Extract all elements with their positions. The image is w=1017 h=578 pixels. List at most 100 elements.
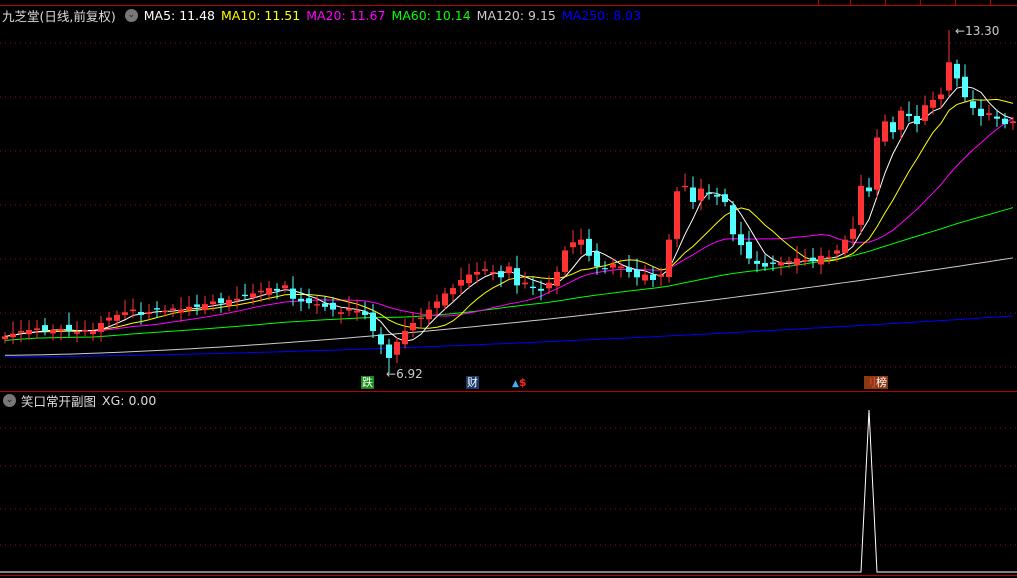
candle-body <box>778 262 784 266</box>
candle-body <box>330 302 336 310</box>
candle-body <box>490 271 496 274</box>
candle-body <box>226 299 232 306</box>
candle-body <box>18 331 24 333</box>
candle-body <box>378 334 384 345</box>
candle-body <box>410 322 416 331</box>
candle-body <box>202 304 208 311</box>
candle-body <box>834 250 840 254</box>
candle-body <box>434 301 440 308</box>
candle-body <box>930 99 936 108</box>
candle-body <box>58 328 64 331</box>
candle-body <box>346 308 352 311</box>
candle-body <box>802 260 808 262</box>
candle-body <box>90 331 96 335</box>
candle-body <box>794 258 800 266</box>
candle-body <box>74 332 80 334</box>
candle-body <box>1010 121 1016 124</box>
candle-body <box>258 290 264 293</box>
candle-body <box>906 113 912 117</box>
xg-line <box>0 409 1017 573</box>
candle-body <box>730 205 736 235</box>
candle-body <box>922 105 928 121</box>
candle-body <box>882 121 888 142</box>
candle-body <box>370 312 376 332</box>
candle-body <box>162 310 168 313</box>
candle-body <box>674 191 680 239</box>
candle-body <box>218 298 224 304</box>
finance-marker-icon[interactable]: 财 <box>466 376 479 389</box>
candle-body <box>1002 118 1008 125</box>
candle-body <box>706 192 712 194</box>
candle-body <box>890 122 896 133</box>
candle-body <box>474 271 480 275</box>
candle-body <box>754 260 760 264</box>
candle-body <box>146 312 152 315</box>
chevron-down-icon[interactable]: ⌄ <box>124 8 138 22</box>
candle-body <box>722 194 728 203</box>
candle-body <box>826 256 832 259</box>
candle-body <box>698 188 704 201</box>
candle-body <box>866 187 872 192</box>
candle-body <box>538 288 544 291</box>
candle-body <box>842 239 848 253</box>
candle-body <box>986 113 992 115</box>
candle-body <box>498 271 504 278</box>
candle-body <box>426 309 432 320</box>
ma20-line <box>4 117 1014 337</box>
indicator-value: XG: 0.00 <box>102 393 157 408</box>
candle-body <box>314 304 320 306</box>
ma5-label: MA5: 11.48 <box>143 7 215 23</box>
candle-body <box>818 255 824 265</box>
candle-body <box>66 324 72 332</box>
candle-body <box>322 303 328 307</box>
candle-body <box>610 263 616 268</box>
candle-body <box>618 266 624 268</box>
candle-body <box>994 116 1000 119</box>
candle-body <box>306 298 312 304</box>
candle-body <box>82 329 88 332</box>
candle-body <box>898 110 904 130</box>
candle-body <box>402 331 408 345</box>
candle-body <box>762 263 768 267</box>
candle-body <box>282 285 288 289</box>
ma60-label: MA60: 10.14 <box>391 7 471 23</box>
candle-body <box>130 309 136 312</box>
candle-body <box>98 322 104 332</box>
chart-header: 九芝堂(日线,前复权) ⌄ MA5: 11.48 MA10: 11.51 MA2… <box>2 6 647 24</box>
candle-body <box>194 304 200 307</box>
drop-marker-icon[interactable]: 跌 <box>361 376 374 389</box>
candle-body <box>506 266 512 274</box>
candle-body <box>274 288 280 291</box>
candle-body <box>786 261 792 263</box>
candle-body <box>714 194 720 197</box>
candle-body <box>42 325 48 332</box>
low-price-label: ←6.92 <box>386 367 423 381</box>
candle-body <box>914 116 920 125</box>
candle-body <box>738 234 744 246</box>
candle-body <box>466 274 472 284</box>
money-marker-icon[interactable]: ▲$ <box>511 376 528 389</box>
candle-body <box>50 329 56 334</box>
candle-body <box>978 108 984 117</box>
ma10-label: MA10: 11.51 <box>221 7 301 23</box>
candle-body <box>690 187 696 203</box>
candle-body <box>530 286 536 289</box>
candle-body <box>242 294 248 297</box>
indicator-title: 笑口常开副图 <box>21 394 97 409</box>
price-chart[interactable] <box>0 0 1017 391</box>
candle-body <box>570 242 576 248</box>
ma20-label: MA20: 11.67 <box>306 7 386 23</box>
candle-body <box>154 308 160 310</box>
candle-body <box>178 309 184 313</box>
candle-body <box>354 310 360 313</box>
candle-body <box>626 267 632 272</box>
candle-body <box>746 241 752 259</box>
candle-body <box>578 239 584 245</box>
candle-body <box>546 282 552 289</box>
bottom-divider <box>0 575 1017 576</box>
candle-body <box>458 279 464 286</box>
candle-body <box>658 274 664 277</box>
chevron-down-icon[interactable]: ⌄ <box>3 394 16 407</box>
rank-marker-icon[interactable]: 刂榜 <box>864 376 888 389</box>
candle-body <box>114 314 120 321</box>
